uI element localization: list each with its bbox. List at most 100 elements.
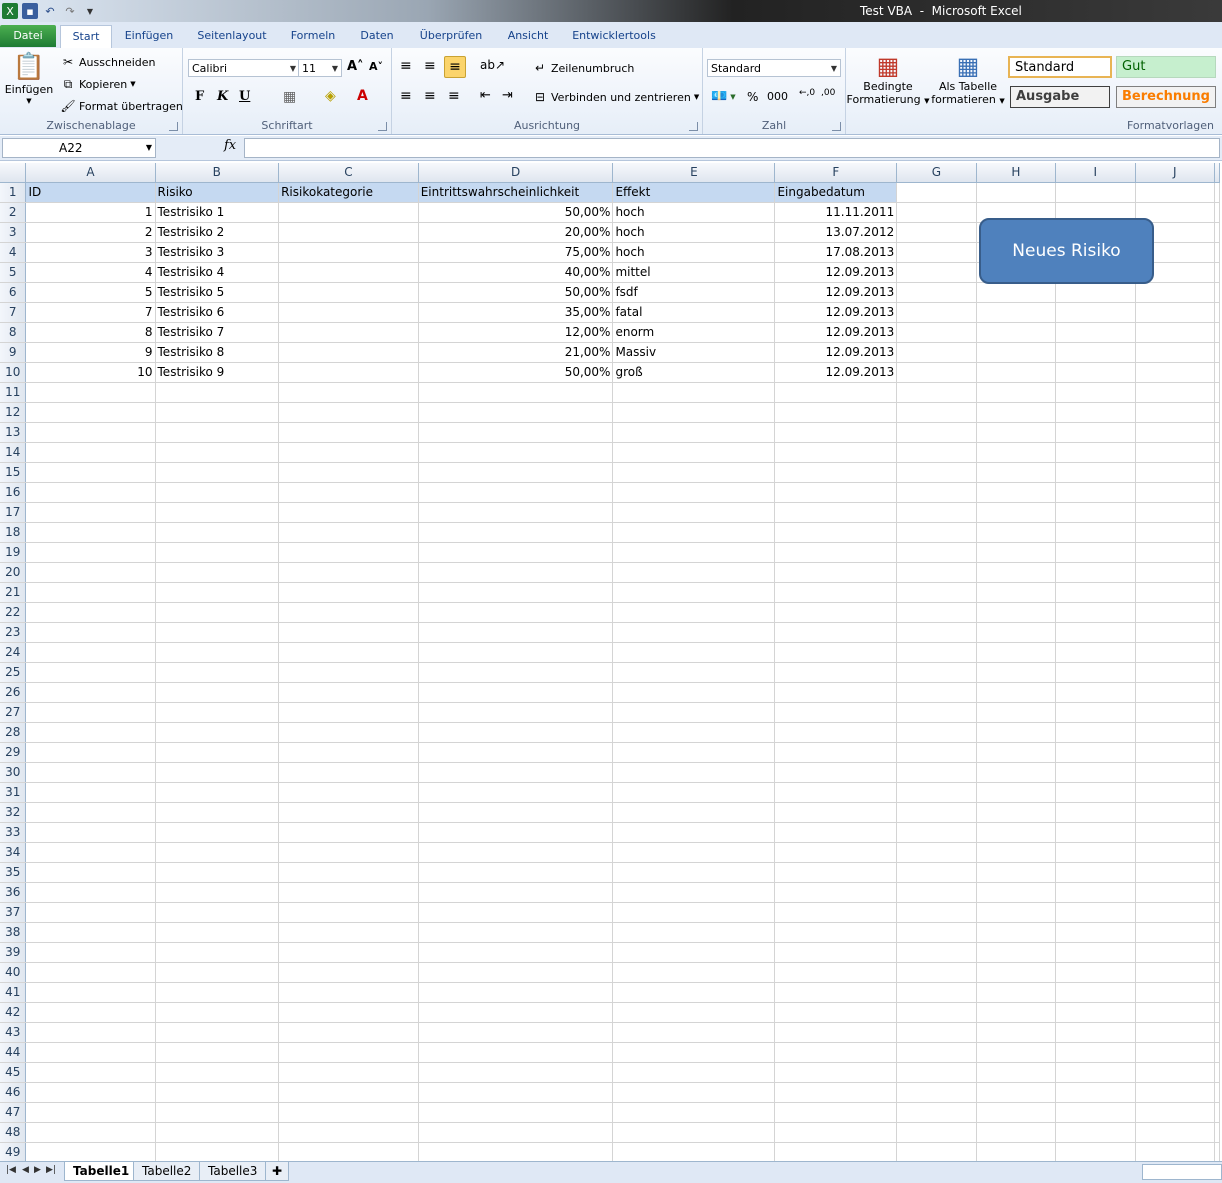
- font-color-button[interactable]: A: [357, 88, 368, 104]
- style-ausgabe[interactable]: Ausgabe: [1010, 86, 1110, 108]
- cell[interactable]: [976, 342, 1057, 363]
- cell[interactable]: [896, 862, 977, 883]
- cell[interactable]: [1055, 1002, 1136, 1023]
- cell[interactable]: [976, 902, 1057, 923]
- cell[interactable]: [155, 582, 280, 603]
- cell[interactable]: [976, 1042, 1057, 1063]
- cell[interactable]: [25, 742, 156, 763]
- cell[interactable]: [1055, 782, 1136, 803]
- cell[interactable]: [1214, 1042, 1220, 1063]
- cell[interactable]: 10: [25, 362, 156, 383]
- cell[interactable]: [1214, 962, 1220, 983]
- cell[interactable]: [896, 602, 977, 623]
- cell[interactable]: [896, 182, 977, 203]
- cell[interactable]: [278, 282, 419, 303]
- cell[interactable]: [1055, 1062, 1136, 1083]
- paste-button[interactable]: 📋 Einfügen ▼: [4, 52, 54, 105]
- cell[interactable]: [278, 522, 419, 543]
- cell[interactable]: [278, 742, 419, 763]
- cell[interactable]: [976, 702, 1057, 723]
- cell[interactable]: [278, 1022, 419, 1043]
- cell[interactable]: [896, 362, 977, 383]
- row-header[interactable]: 37: [0, 902, 27, 923]
- cell[interactable]: hoch: [612, 242, 776, 263]
- cell[interactable]: [976, 502, 1057, 523]
- cell[interactable]: [155, 1082, 280, 1103]
- cell[interactable]: [612, 962, 776, 983]
- row-header[interactable]: 22: [0, 602, 27, 623]
- sheet-tab-tabelle1[interactable]: Tabelle1: [64, 1162, 139, 1181]
- cell[interactable]: [1214, 262, 1220, 283]
- cell[interactable]: [1135, 462, 1216, 483]
- row-header[interactable]: 28: [0, 722, 27, 743]
- cell[interactable]: [896, 682, 977, 703]
- cell[interactable]: [1214, 1082, 1220, 1103]
- cell[interactable]: [25, 542, 156, 563]
- cell[interactable]: [1055, 462, 1136, 483]
- cell[interactable]: [25, 782, 156, 803]
- cell[interactable]: [155, 1002, 280, 1023]
- row-header[interactable]: 5: [0, 262, 27, 283]
- cell[interactable]: [976, 382, 1057, 403]
- cell[interactable]: [976, 402, 1057, 423]
- cell[interactable]: [25, 442, 156, 463]
- row-header[interactable]: 15: [0, 462, 27, 483]
- row-header[interactable]: 39: [0, 942, 27, 963]
- cell[interactable]: [155, 442, 280, 463]
- cell[interactable]: fatal: [612, 302, 776, 323]
- cell[interactable]: [896, 882, 977, 903]
- cell[interactable]: [896, 542, 977, 563]
- cell[interactable]: [1055, 642, 1136, 663]
- cell[interactable]: [25, 882, 156, 903]
- cell[interactable]: [976, 642, 1057, 663]
- cell[interactable]: [1055, 342, 1136, 363]
- cell[interactable]: [418, 1142, 614, 1163]
- cell[interactable]: [278, 342, 419, 363]
- cell[interactable]: [896, 642, 977, 663]
- cell[interactable]: [612, 942, 776, 963]
- cell[interactable]: [1055, 282, 1136, 303]
- cell[interactable]: [896, 582, 977, 603]
- style-berechnung[interactable]: Berechnung: [1116, 86, 1216, 108]
- dialog-launcher-icon[interactable]: [832, 122, 841, 131]
- cell[interactable]: [774, 742, 898, 763]
- cell[interactable]: [612, 682, 776, 703]
- cell[interactable]: [896, 1022, 977, 1043]
- cell[interactable]: [774, 1122, 898, 1143]
- last-sheet-icon[interactable]: ▶|: [46, 1165, 56, 1175]
- cell[interactable]: [25, 582, 156, 603]
- row-header[interactable]: 24: [0, 642, 27, 663]
- cell[interactable]: [612, 902, 776, 923]
- cell[interactable]: [1214, 222, 1220, 243]
- cell[interactable]: [155, 722, 280, 743]
- cell[interactable]: [896, 842, 977, 863]
- increase-indent-button[interactable]: ⇥: [502, 88, 513, 103]
- cell[interactable]: [278, 682, 419, 703]
- cell[interactable]: [976, 542, 1057, 563]
- cell[interactable]: [976, 722, 1057, 743]
- cell[interactable]: [1055, 1142, 1136, 1163]
- insert-sheet-button[interactable]: ✚: [265, 1162, 290, 1181]
- cell[interactable]: [418, 1102, 614, 1123]
- cell[interactable]: [278, 882, 419, 903]
- cell[interactable]: [155, 882, 280, 903]
- cell[interactable]: [278, 1002, 419, 1023]
- cell[interactable]: [418, 462, 614, 483]
- row-header[interactable]: 7: [0, 302, 27, 323]
- cell[interactable]: [774, 942, 898, 963]
- orientation-button[interactable]: ab↗: [480, 58, 505, 72]
- cell[interactable]: [896, 1042, 977, 1063]
- cell[interactable]: [612, 542, 776, 563]
- cell[interactable]: 11.11.2011: [774, 202, 898, 223]
- cell[interactable]: [1135, 362, 1216, 383]
- cell[interactable]: [1214, 1002, 1220, 1023]
- cell[interactable]: [896, 742, 977, 763]
- cell[interactable]: [155, 822, 280, 843]
- row-header[interactable]: 29: [0, 742, 27, 763]
- horizontal-scrollbar[interactable]: [1142, 1164, 1222, 1180]
- cell[interactable]: [976, 302, 1057, 323]
- cell[interactable]: [1055, 442, 1136, 463]
- cell[interactable]: [25, 1082, 156, 1103]
- redo-icon[interactable]: ↷: [62, 3, 78, 19]
- cell[interactable]: [612, 742, 776, 763]
